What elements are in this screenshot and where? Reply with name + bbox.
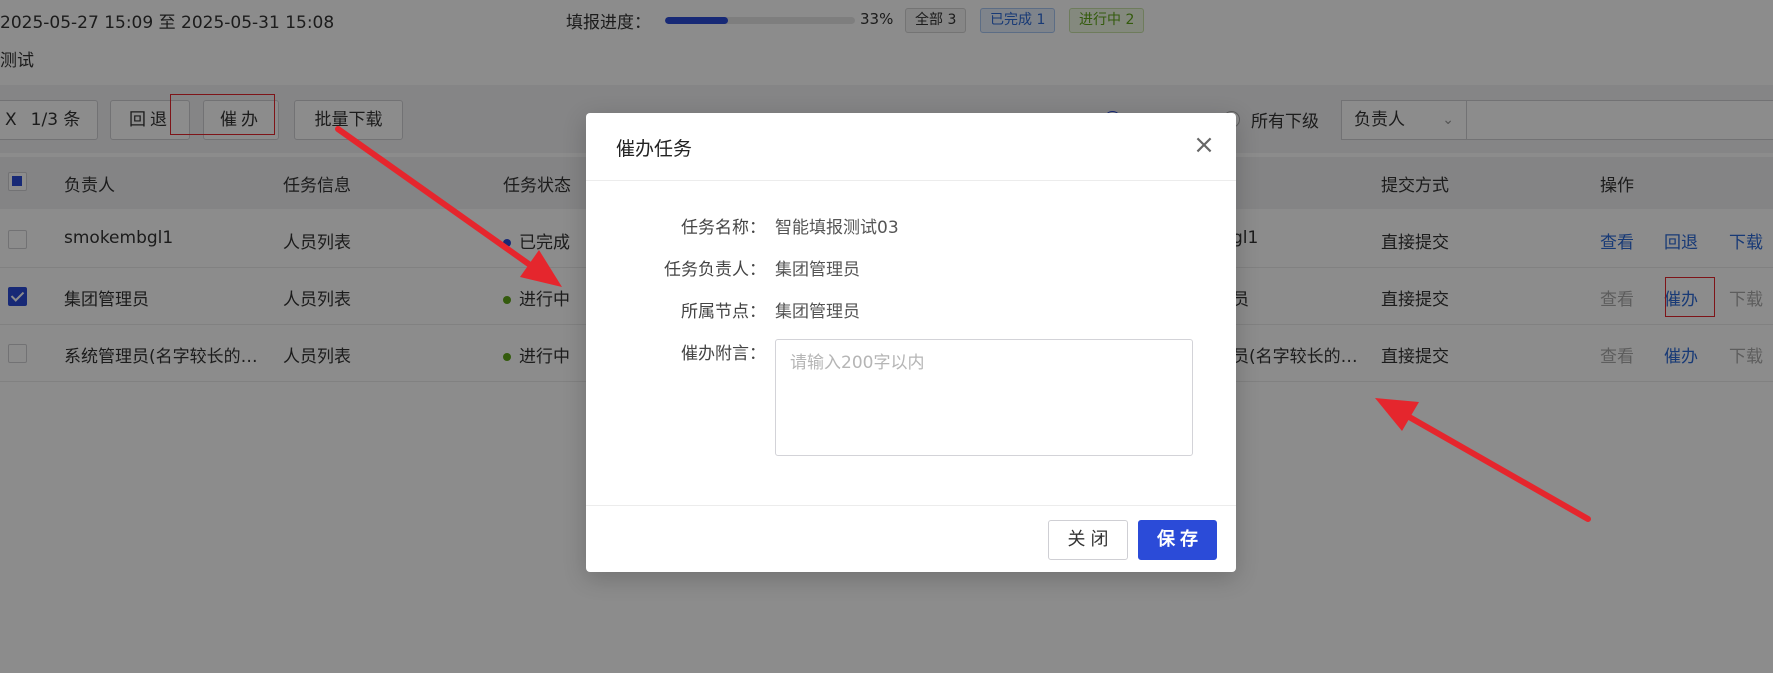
urge-message-label: 催办附言： (681, 344, 766, 364)
urge-task-dialog: 催办任务 × 任务名称： 智能填报测试03 任务负责人： 集团管理员 所属节点：… (586, 113, 1236, 572)
task-name-value: 智能填报测试03 (775, 218, 899, 238)
task-detail-page: 2025-05-27 15:09 至 2025-05-31 15:08 填报进度… (0, 0, 1773, 673)
urge-message-input[interactable] (775, 339, 1193, 456)
node-label: 所属节点： (681, 302, 766, 322)
task-owner-value: 集团管理员 (775, 260, 860, 280)
dialog-header: 催办任务 × (586, 113, 1236, 181)
save-button[interactable]: 保存 (1138, 520, 1217, 560)
close-button[interactable]: 关闭 (1048, 520, 1128, 560)
node-value: 集团管理员 (775, 302, 860, 322)
task-owner-label: 任务负责人： (664, 260, 766, 280)
dialog-title: 催办任务 (616, 138, 693, 160)
task-name-label: 任务名称： (681, 218, 766, 238)
dialog-footer: 关闭 保存 (586, 505, 1236, 572)
close-icon[interactable]: × (1190, 131, 1218, 159)
